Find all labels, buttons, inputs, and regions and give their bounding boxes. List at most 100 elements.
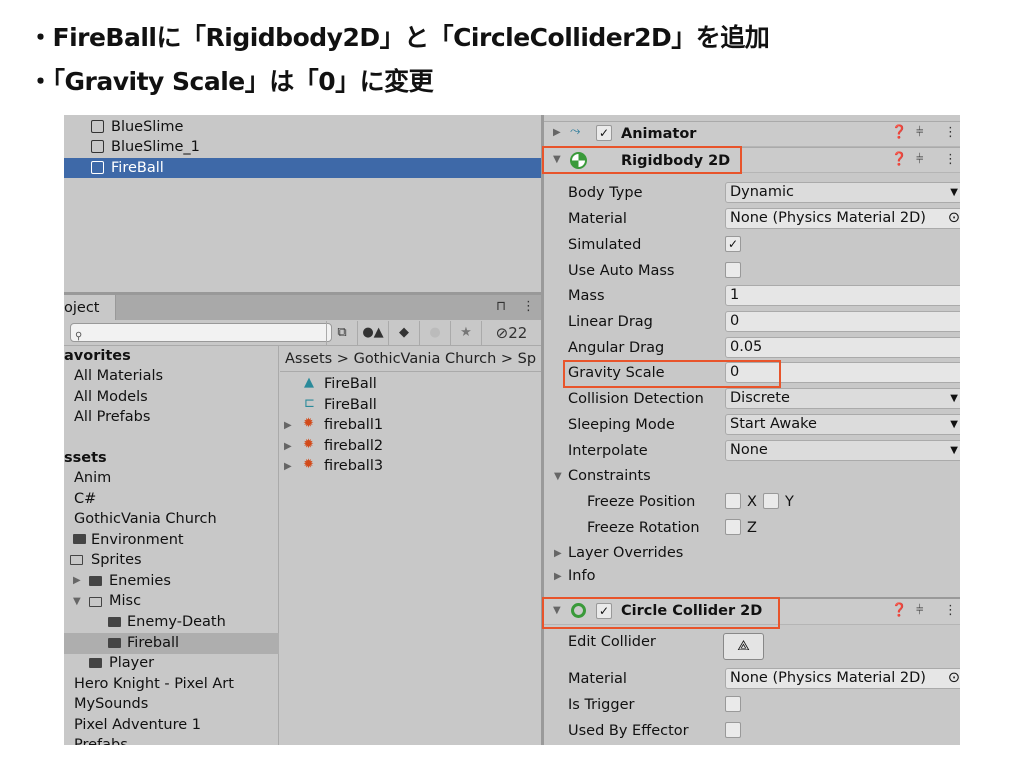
info-foldout[interactable]: Info xyxy=(568,567,595,585)
used-by-effector-checkbox[interactable] xyxy=(725,722,741,738)
field-label: Freeze Position xyxy=(587,494,696,510)
hierarchy-item[interactable]: BlueSlime xyxy=(111,118,183,136)
field-value: None (Physics Material 2D) xyxy=(730,210,926,226)
layer-overrides-foldout[interactable]: Layer Overrides xyxy=(568,544,683,562)
preset-icon[interactable]: ⫩ xyxy=(916,152,923,167)
object-picker-icon[interactable]: ⊙ xyxy=(948,669,960,688)
folder-item[interactable]: Pixel Adventure 1 xyxy=(74,716,201,734)
help-icon[interactable]: ❓ xyxy=(891,603,907,618)
expand-arrow-icon[interactable]: ▶ xyxy=(73,575,81,586)
favorite-item[interactable]: All Prefabs xyxy=(74,408,150,426)
folder-item[interactable]: Prefabs xyxy=(74,736,128,745)
expand-arrow-icon[interactable]: ▶ xyxy=(284,441,292,452)
folder-item[interactable]: C# xyxy=(74,490,96,508)
collapse-arrow-icon[interactable]: ▼ xyxy=(554,471,562,482)
breadcrumb-item[interactable]: Sp xyxy=(518,351,536,367)
dropdown-value: None xyxy=(730,442,768,458)
object-picker-icon[interactable]: ⊙ xyxy=(948,209,960,228)
folder-item[interactable]: Enemy-Death xyxy=(127,613,226,631)
hierarchy-item[interactable]: BlueSlime_1 xyxy=(111,138,200,156)
hidden-packages-button[interactable]: ⊘22 xyxy=(481,321,541,345)
collider-material-field[interactable]: None (Physics Material 2D) ⊙ xyxy=(725,668,960,689)
chevron-down-icon: ▼ xyxy=(950,445,958,456)
bullet-2: ・「Gravity Scale」は「0」に変更 xyxy=(28,67,434,96)
hierarchy-item-selected[interactable]: FireBall xyxy=(111,159,164,177)
file-item[interactable]: fireball2 xyxy=(324,437,383,455)
filter-type-button[interactable]: ●▲ xyxy=(357,321,388,345)
preset-icon[interactable]: ⫩ xyxy=(916,125,923,140)
breadcrumb-item[interactable]: GothicVania Church xyxy=(354,351,497,367)
more-icon[interactable]: ⋮ xyxy=(522,299,535,314)
help-icon[interactable]: ❓ xyxy=(891,152,907,167)
interpolate-dropdown[interactable]: None ▼ xyxy=(725,440,960,461)
field-value: None (Physics Material 2D) xyxy=(730,670,926,686)
folder-item[interactable]: Environment xyxy=(91,531,184,549)
folder-item[interactable]: Enemies xyxy=(109,572,171,590)
field-label: Used By Effector xyxy=(568,723,689,739)
animator-enabled-checkbox[interactable]: ✓ xyxy=(596,125,612,141)
file-item[interactable]: fireball3 xyxy=(324,457,383,475)
more-icon[interactable]: ⋮ xyxy=(944,152,957,167)
simulated-checkbox[interactable]: ✓ xyxy=(725,236,741,252)
favorite-item[interactable]: All Materials xyxy=(74,367,163,385)
favorite-item[interactable]: All Models xyxy=(74,388,148,406)
field-label: Material xyxy=(568,211,627,227)
expand-arrow-icon[interactable]: ▶ xyxy=(553,127,561,138)
file-item[interactable]: FireBall xyxy=(324,396,377,414)
field-label: Body Type xyxy=(568,185,643,201)
folder-item-selected[interactable]: Fireball xyxy=(127,634,179,652)
highlight-box xyxy=(542,146,742,174)
field-label: Freeze Rotation xyxy=(587,520,700,536)
freeze-position-y-checkbox[interactable] xyxy=(763,493,779,509)
constraints-foldout[interactable]: Constraints xyxy=(568,467,651,485)
expand-arrow-icon[interactable]: ▶ xyxy=(554,548,562,559)
folder-item[interactable]: Sprites xyxy=(91,551,142,569)
folder-item[interactable]: Hero Knight - Pixel Art xyxy=(74,675,234,693)
animator-icon: ⤳ xyxy=(570,124,581,139)
folder-item[interactable]: Misc xyxy=(109,592,141,610)
project-tab-label: oject xyxy=(64,300,100,316)
folder-item[interactable]: GothicVania Church xyxy=(74,510,217,528)
chevron-down-icon: ▼ xyxy=(950,187,958,198)
axis-label: Y xyxy=(785,494,794,510)
search-input[interactable]: ⚲ xyxy=(70,323,332,342)
dropdown-value: Start Awake xyxy=(730,416,817,432)
freeze-rotation-z-checkbox[interactable] xyxy=(725,519,741,535)
lock-icon[interactable]: ⊓ xyxy=(496,299,506,314)
file-item[interactable]: fireball1 xyxy=(324,416,383,434)
file-item[interactable]: FireBall xyxy=(324,375,377,393)
more-icon[interactable]: ⋮ xyxy=(944,603,957,618)
folder-icon xyxy=(89,576,102,586)
preset-icon[interactable]: ⫩ xyxy=(916,603,923,618)
folder-item[interactable]: Player xyxy=(109,654,154,672)
collapse-arrow-icon[interactable]: ▼ xyxy=(73,596,81,607)
expand-arrow-icon[interactable]: ▶ xyxy=(554,571,562,582)
favorite-star-icon[interactable]: ★ xyxy=(450,321,481,345)
collision-detection-dropdown[interactable]: Discrete ▼ xyxy=(725,388,960,409)
folder-item[interactable]: MySounds xyxy=(74,695,148,713)
body-type-dropdown[interactable]: Dynamic ▼ xyxy=(725,182,960,203)
help-icon[interactable]: ❓ xyxy=(891,125,907,140)
breadcrumb-item[interactable]: Assets xyxy=(285,351,332,367)
expand-arrow-icon[interactable]: ▶ xyxy=(284,420,292,431)
favorites-header: avorites xyxy=(64,348,131,364)
linear-drag-input[interactable]: 0 xyxy=(725,311,960,332)
edit-collider-button[interactable]: ⟁ xyxy=(723,633,764,660)
gameobject-icon xyxy=(91,140,104,153)
filter-label-button[interactable]: ◆ xyxy=(388,321,419,345)
angular-drag-input[interactable]: 0.05 xyxy=(725,337,960,358)
sleeping-mode-dropdown[interactable]: Start Awake ▼ xyxy=(725,414,960,435)
log-icon[interactable]: ● xyxy=(419,321,450,345)
folder-open-icon xyxy=(70,555,83,565)
mass-input[interactable]: 1 xyxy=(725,285,960,306)
freeze-position-x-checkbox[interactable] xyxy=(725,493,741,509)
is-trigger-checkbox[interactable] xyxy=(725,696,741,712)
search-popout-button[interactable]: ⧉ xyxy=(326,321,357,345)
sprite-icon: ✹ xyxy=(303,437,314,452)
use-auto-mass-checkbox[interactable] xyxy=(725,262,741,278)
expand-arrow-icon[interactable]: ▶ xyxy=(284,461,292,472)
material-field[interactable]: None (Physics Material 2D) ⊙ xyxy=(725,208,960,229)
more-icon[interactable]: ⋮ xyxy=(944,125,957,140)
folder-item[interactable]: Anim xyxy=(74,469,111,487)
edit-collider-icon: ⟁ xyxy=(737,638,750,654)
